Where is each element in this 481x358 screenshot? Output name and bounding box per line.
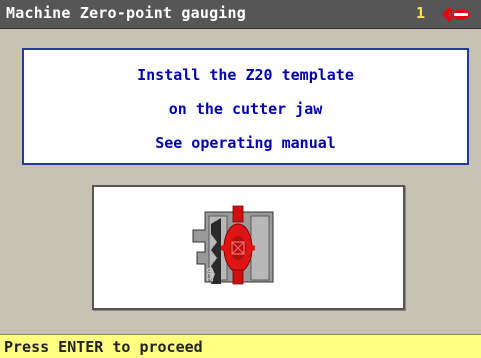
instruction-message-box: Install the Z20 template on the cutter j… [22,48,469,165]
step-count: 1 [416,4,426,22]
z20-template-on-cutter-jaw-icon: Z20 [192,205,274,285]
screen-title: Machine Zero-point gauging [6,4,246,22]
status-bar: Press ENTER to proceed [0,334,481,358]
enter-prompt: Press ENTER to proceed [4,338,203,356]
instruction-line-3: See operating manual [155,134,336,152]
silca-logo-icon [442,7,470,22]
template-label: Z20 [206,267,215,282]
title-bar: Machine Zero-point gauging 1 [0,0,481,29]
instruction-line-2: on the cutter jaw [168,100,323,118]
illustration-panel: Z20 [92,185,405,310]
instruction-line-1: Install the Z20 template [137,66,354,84]
gauging-screen: Machine Zero-point gauging 1 Install the… [0,0,481,358]
